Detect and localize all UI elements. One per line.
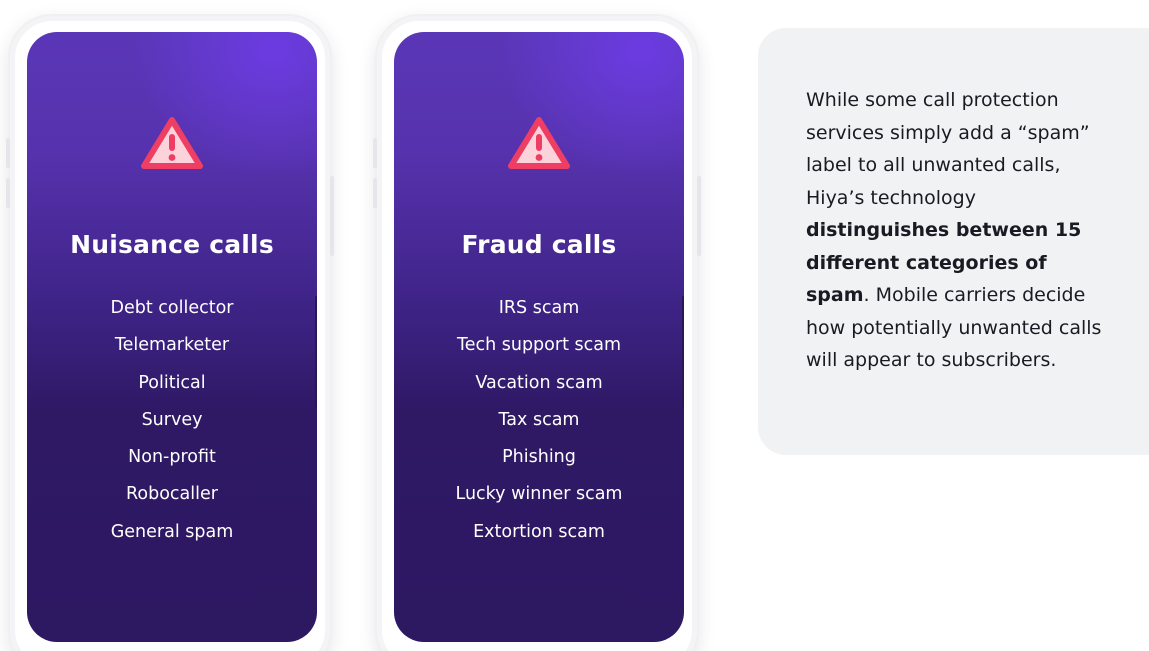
category-title: Fraud calls bbox=[461, 230, 617, 259]
list-item: Extortion scam bbox=[473, 521, 605, 542]
list-item: Debt collector bbox=[110, 298, 234, 318]
list-item: Telemarketer bbox=[114, 335, 230, 356]
info-card: While some call protection services simp… bbox=[758, 28, 1149, 455]
list-item: Robocaller bbox=[126, 484, 218, 505]
list-item: IRS scam bbox=[498, 298, 580, 318]
phone-mockup-nuisance: Nuisance calls Debt collector Telemarket… bbox=[6, 14, 334, 651]
phone-screen: Nuisance calls Debt collector Telemarket… bbox=[27, 32, 317, 642]
phone-power-button bbox=[697, 176, 701, 256]
category-list: IRS scam Tech support scam Vacation scam… bbox=[394, 290, 684, 551]
category-list: Debt collector Telemarketer Political Su… bbox=[27, 290, 317, 551]
warning-icon bbox=[508, 117, 570, 169]
phone-side-button bbox=[373, 178, 377, 208]
category-title: Nuisance calls bbox=[70, 230, 274, 259]
phone-side-button bbox=[6, 138, 10, 168]
list-item: Non-profit bbox=[128, 447, 216, 468]
list-item: Tax scam bbox=[498, 409, 580, 430]
list-item: Lucky winner scam bbox=[455, 484, 623, 505]
phone-mockup-fraud: Fraud calls IRS scam Tech support scam V… bbox=[373, 14, 701, 651]
phone-screen: Fraud calls IRS scam Tech support scam V… bbox=[394, 32, 684, 642]
list-item: Phishing bbox=[502, 447, 576, 468]
warning-icon bbox=[141, 117, 203, 169]
phone-side-button bbox=[6, 178, 10, 208]
list-item: Tech support scam bbox=[456, 335, 622, 356]
phone-power-button bbox=[330, 176, 334, 256]
list-item: General spam bbox=[110, 521, 234, 542]
info-text-intro: While some call protection services simp… bbox=[806, 89, 1090, 209]
list-item: Survey bbox=[141, 409, 203, 430]
phone-side-button bbox=[373, 138, 377, 168]
info-paragraph: While some call protection services simp… bbox=[806, 84, 1116, 377]
list-item: Vacation scam bbox=[475, 372, 603, 393]
list-item: Political bbox=[138, 372, 206, 393]
